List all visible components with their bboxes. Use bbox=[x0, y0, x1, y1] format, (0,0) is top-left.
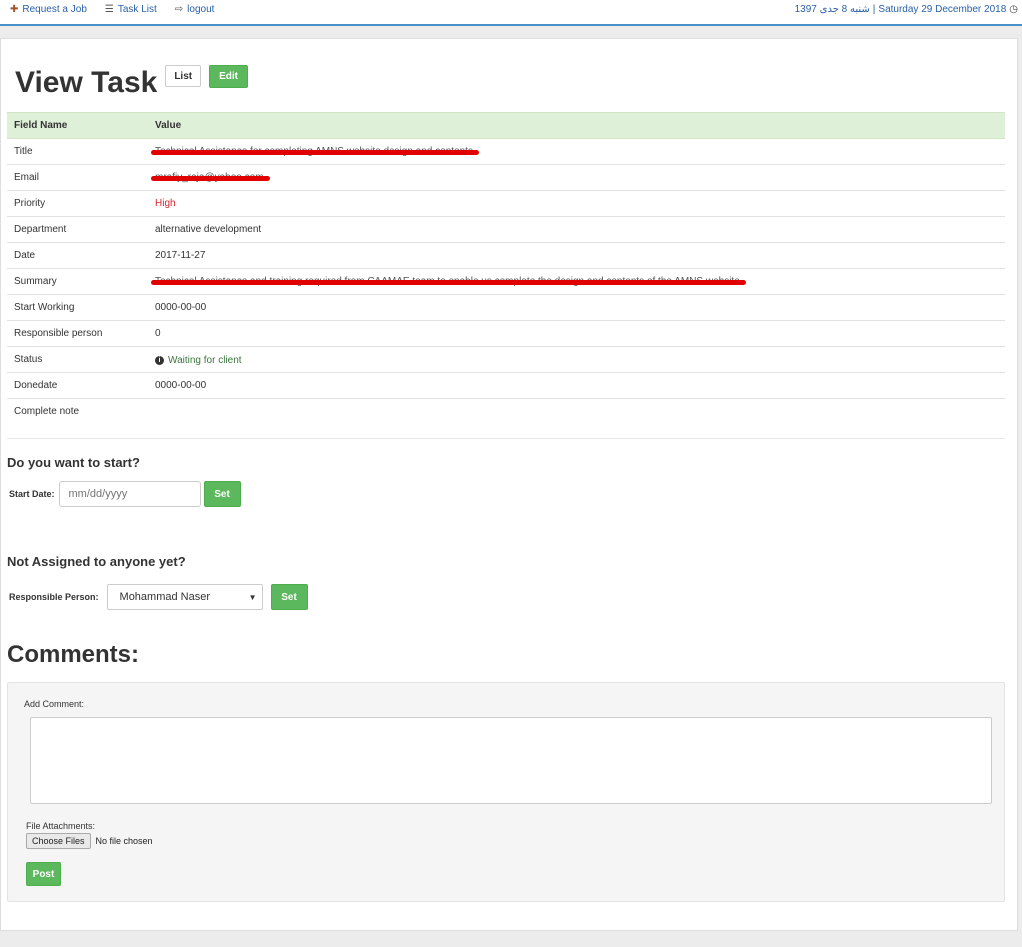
row-value: i Waiting for client bbox=[148, 346, 1005, 373]
edit-button[interactable]: Edit bbox=[209, 65, 248, 88]
row-label: Start Working bbox=[7, 294, 148, 321]
table-row: Title Technical Assistance for completin… bbox=[7, 138, 1005, 165]
table-row: Donedate 0000-00-00 bbox=[7, 372, 1005, 399]
top-navbar: ✚ Request a Job ☰ Task List ⇨ logout 139… bbox=[0, 0, 1022, 26]
redacted-email: mrafiy_raja@yahoo.com bbox=[151, 172, 270, 183]
row-label: Department bbox=[7, 216, 148, 243]
comment-textarea[interactable] bbox=[30, 717, 992, 804]
priority-value: High bbox=[155, 198, 176, 209]
plus-icon: ✚ bbox=[10, 4, 19, 15]
choose-files-button[interactable]: Choose Files bbox=[26, 833, 91, 849]
value-header: Value bbox=[148, 112, 1005, 139]
list-button[interactable]: List bbox=[165, 65, 202, 87]
responsible-person-select[interactable]: Mohammad Naser ▼ bbox=[106, 584, 263, 610]
divider bbox=[7, 438, 1005, 439]
status-badge: i Waiting for client bbox=[155, 355, 242, 366]
info-icon: i bbox=[155, 355, 164, 365]
table-row: Date 2017-11-27 bbox=[7, 242, 1005, 269]
task-details-table: Field Name Value Title Technical Assista… bbox=[7, 112, 1005, 439]
table-row: Priority High bbox=[7, 190, 1005, 217]
set-responsible-button[interactable]: Set bbox=[270, 584, 308, 610]
main-panel: View Task List Edit Field Name Value Tit… bbox=[0, 38, 1018, 931]
table-row: Complete note bbox=[7, 399, 1005, 439]
table-row: Summary Technical Assistance and trainin… bbox=[7, 268, 1005, 295]
nav-logout[interactable]: ⇨ logout bbox=[175, 4, 215, 15]
comment-form: Add Comment: File Attachments: Choose Fi… bbox=[7, 682, 1005, 902]
row-label: Responsible person bbox=[7, 320, 148, 347]
persian-date: 1397 شنبه 8 جدی bbox=[794, 4, 870, 15]
add-comment-label: Add Comment: bbox=[24, 699, 85, 709]
nav-label: Request a Job bbox=[22, 4, 87, 15]
row-value: mrafiy_raja@yahoo.com bbox=[148, 164, 1005, 191]
list-icon: ☰ bbox=[104, 4, 114, 15]
row-value: 0 bbox=[148, 320, 1005, 347]
start-date-input[interactable] bbox=[58, 481, 201, 507]
page-title: View Task bbox=[15, 66, 158, 99]
file-input: Choose Files No file chosen bbox=[26, 833, 153, 849]
start-date-label: Start Date: bbox=[9, 489, 55, 499]
table-row: Responsible person 0 bbox=[7, 320, 1005, 347]
row-value: Technical Assistance for completing AMNS… bbox=[148, 138, 1005, 165]
row-value: 0000-00-00 bbox=[148, 372, 1005, 399]
no-file-text: No file chosen bbox=[95, 836, 153, 846]
row-value: alternative development bbox=[148, 216, 1005, 243]
title-row: View Task List Edit bbox=[15, 65, 248, 101]
logout-icon: ⇨ bbox=[174, 4, 184, 15]
english-date: Saturday 29 December 2018 bbox=[878, 4, 1007, 15]
row-label: Complete note bbox=[14, 406, 80, 417]
row-label: Title bbox=[7, 138, 148, 165]
table-row: Email mrafiy_raja@yahoo.com bbox=[7, 164, 1005, 191]
date-separator: | bbox=[872, 4, 876, 15]
row-value: High bbox=[148, 190, 1005, 217]
row-value bbox=[148, 399, 1005, 439]
nav-label: Task List bbox=[117, 4, 157, 15]
date-display: 1397 شنبه 8 جدی | Saturday 29 December 2… bbox=[795, 4, 1018, 15]
selected-option: Mohammad Naser bbox=[119, 591, 211, 603]
responsible-person-label: Responsible Person: bbox=[9, 592, 99, 602]
post-button[interactable]: Post bbox=[26, 862, 61, 886]
redacted-summary: Technical Assistance and training requir… bbox=[151, 276, 746, 287]
row-label: Status bbox=[7, 346, 148, 373]
field-name-header: Field Name bbox=[7, 112, 148, 139]
table-header-row: Field Name Value bbox=[7, 112, 1005, 139]
table-row: Department alternative development bbox=[7, 216, 1005, 243]
row-value: 2017-11-27 bbox=[148, 242, 1005, 269]
assign-form: Responsible Person: Mohammad Naser ▼ Set bbox=[9, 584, 308, 610]
table-row: Start Working 0000-00-00 bbox=[7, 294, 1005, 321]
redacted-title: Technical Assistance for completing AMNS… bbox=[151, 146, 479, 157]
clock-icon: ◷ bbox=[1009, 4, 1018, 15]
file-attachments-label: File Attachments: bbox=[26, 821, 96, 831]
start-heading: Do you want to start? bbox=[7, 455, 140, 470]
row-label: Summary bbox=[7, 268, 148, 295]
row-value: Technical Assistance and training requir… bbox=[148, 268, 1005, 295]
comments-heading: Comments: bbox=[7, 641, 140, 668]
row-label: Date bbox=[7, 242, 148, 269]
nav-request-job[interactable]: ✚ Request a Job bbox=[10, 4, 87, 15]
caret-down-icon: ▼ bbox=[248, 592, 257, 602]
nav-task-list[interactable]: ☰ Task List bbox=[105, 4, 157, 15]
row-label: Email bbox=[7, 164, 148, 191]
row-label: Priority bbox=[7, 190, 148, 217]
start-date-form: Start Date: Set bbox=[9, 481, 241, 507]
status-text: Waiting for client bbox=[168, 354, 242, 366]
assign-heading: Not Assigned to anyone yet? bbox=[7, 554, 186, 569]
set-start-button[interactable]: Set bbox=[203, 481, 241, 507]
row-value: 0000-00-00 bbox=[148, 294, 1005, 321]
table-row: Status i Waiting for client bbox=[7, 346, 1005, 373]
top-nav: ✚ Request a Job ☰ Task List ⇨ logout bbox=[10, 4, 214, 15]
nav-label: logout bbox=[187, 4, 215, 15]
row-label: Donedate bbox=[7, 372, 148, 399]
